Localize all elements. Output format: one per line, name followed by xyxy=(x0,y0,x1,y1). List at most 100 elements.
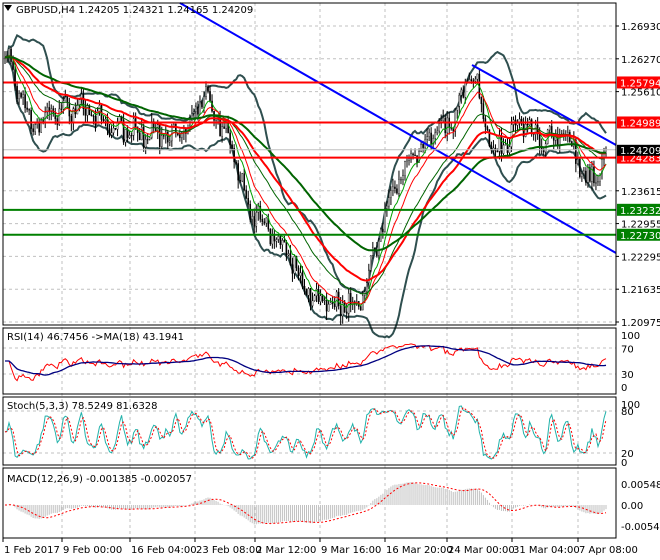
candle-body xyxy=(271,235,274,245)
candle xyxy=(353,300,356,313)
candle-body xyxy=(321,295,324,301)
rsi-tick-label: 100 xyxy=(621,331,640,342)
candle xyxy=(408,154,410,166)
candle xyxy=(291,257,294,282)
time-tick-label: 16 Feb 04:00 xyxy=(131,545,197,556)
candle-body xyxy=(167,131,169,143)
candle-body xyxy=(148,137,151,140)
candle-body xyxy=(464,82,467,98)
rsi-ma-line xyxy=(5,345,607,376)
candle-body xyxy=(458,94,461,107)
symbol-timeframe: GBPUSD,H4 xyxy=(16,5,78,16)
ohlc-values: 1.24205 1.24321 1.24165 1.24209 xyxy=(78,5,253,16)
candle-body xyxy=(384,208,386,233)
macd-tick-label: 0.005489 xyxy=(621,480,660,491)
candle xyxy=(124,128,127,147)
candle xyxy=(263,218,266,226)
candle xyxy=(269,228,272,246)
candle xyxy=(315,283,318,303)
candle-body xyxy=(398,179,400,194)
candle xyxy=(420,142,422,153)
candle-body xyxy=(587,167,589,183)
candle-body xyxy=(404,161,406,176)
candle-body xyxy=(430,132,432,144)
candle-body xyxy=(370,255,372,271)
candle-body xyxy=(14,69,16,87)
candle xyxy=(261,214,264,226)
candle-body xyxy=(343,302,346,313)
candle-body xyxy=(84,108,87,116)
candle xyxy=(462,85,465,99)
level-price-label: 1.24989 xyxy=(620,118,660,129)
candle-body xyxy=(285,242,288,256)
candle-body xyxy=(199,101,201,115)
candle xyxy=(297,265,300,281)
candle xyxy=(370,255,372,273)
candle-body xyxy=(474,78,477,82)
candle xyxy=(28,108,30,115)
candle-body xyxy=(92,115,95,117)
candle-body xyxy=(229,132,231,146)
candle-body xyxy=(504,144,507,146)
candle-body xyxy=(88,105,91,116)
candle-body xyxy=(436,130,438,134)
candle xyxy=(199,95,201,115)
candle xyxy=(581,170,583,182)
time-tick-label: 2 Mar 12:00 xyxy=(256,545,316,556)
candle xyxy=(520,116,523,126)
candle-body xyxy=(150,121,153,138)
candle xyxy=(128,131,131,140)
candle xyxy=(245,185,248,200)
price-tick-label: 1.26930 xyxy=(621,22,660,33)
candle xyxy=(396,184,398,195)
candle xyxy=(150,112,153,140)
candle-body xyxy=(169,140,171,143)
candle-body xyxy=(414,154,416,156)
candle-body xyxy=(333,303,336,308)
candle-body xyxy=(18,92,20,100)
candle-body xyxy=(434,132,436,139)
candle xyxy=(48,100,51,121)
candle-body xyxy=(221,126,223,137)
candle-body xyxy=(193,111,195,114)
candle-body xyxy=(396,188,398,194)
candle-body xyxy=(30,110,32,129)
candle xyxy=(490,141,493,154)
candle xyxy=(388,189,390,210)
candle xyxy=(357,301,360,310)
candle xyxy=(438,118,440,134)
time-tick-label: 1 Feb 2017 xyxy=(4,545,60,556)
candle xyxy=(458,92,461,114)
candle-body xyxy=(428,132,430,137)
candle-body xyxy=(301,272,304,287)
candle-body xyxy=(412,153,414,156)
candle-body xyxy=(179,134,181,138)
candle-body xyxy=(110,132,113,136)
candle-body xyxy=(392,186,394,191)
candle-body xyxy=(548,126,551,131)
time-tick-label: 31 Mar 04:00 xyxy=(513,545,580,556)
trading-chart[interactable]: 1.257941.249891.242831.232321.227301.242… xyxy=(0,0,660,560)
candle xyxy=(558,128,561,153)
candle-body xyxy=(239,179,241,182)
candle-body xyxy=(34,124,36,132)
candle xyxy=(281,238,284,252)
price-tick-label: 1.25610 xyxy=(621,88,660,99)
candle xyxy=(450,122,453,131)
candle-body xyxy=(388,197,390,207)
candle-body xyxy=(162,135,165,137)
candle xyxy=(76,97,79,115)
candle-body xyxy=(205,86,207,97)
candle xyxy=(554,129,557,147)
collapse-triangle-icon[interactable] xyxy=(4,5,12,11)
candle-body xyxy=(293,256,296,274)
candle-body xyxy=(235,161,237,164)
candle-body xyxy=(124,129,127,143)
candle xyxy=(494,144,497,158)
macd-tick-label: -0.005495 xyxy=(621,522,660,533)
candle-body xyxy=(394,186,396,189)
candle xyxy=(20,91,22,99)
candle-body xyxy=(359,306,362,311)
candle xyxy=(241,172,243,183)
candle xyxy=(339,296,342,325)
